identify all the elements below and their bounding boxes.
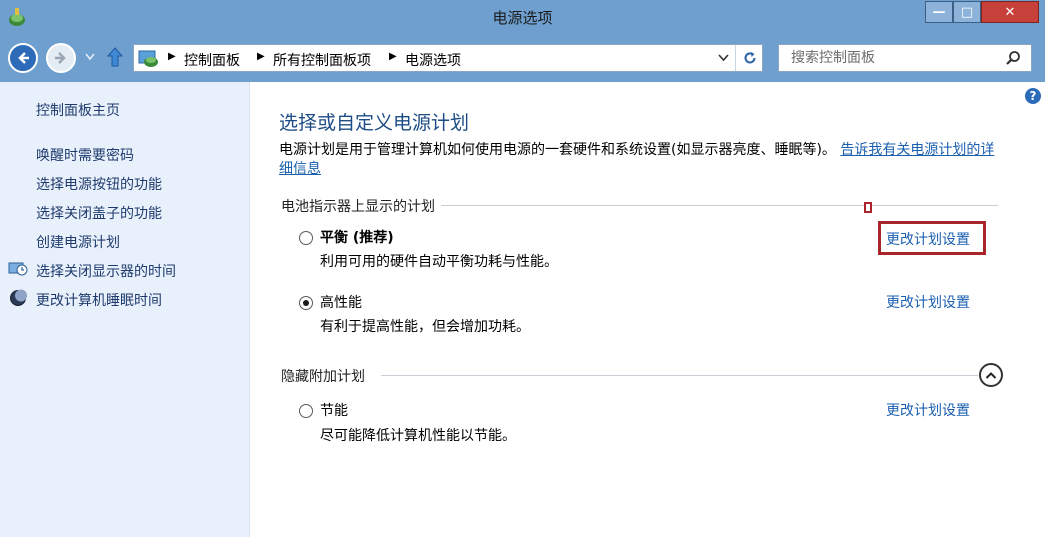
window-title: 电源选项 — [492, 9, 553, 27]
highlight-annotation — [878, 221, 986, 255]
chevron-down-icon — [717, 54, 729, 62]
back-button[interactable] — [8, 43, 38, 73]
change-plan-settings-link-high-performance[interactable]: 更改计划设置 — [886, 292, 970, 312]
up-arrow-icon[interactable] — [106, 46, 124, 68]
battery-plans-heading: 电池指示器上显示的计划 — [281, 196, 441, 216]
left-navigation-pane: 控制面板主页 唤醒时需要密码 选择电源按钮的功能 选择关闭盖子的功能 创建电源计… — [0, 82, 250, 537]
plan-description-high-performance: 有利于提高性能，但会增加功耗。 — [320, 319, 530, 335]
breadcrumb-separator-icon[interactable]: ▶ — [389, 51, 397, 62]
arrow-left-icon — [18, 52, 29, 64]
search-box[interactable] — [778, 44, 1032, 72]
annotation-marker — [864, 202, 872, 213]
refresh-button[interactable] — [735, 45, 763, 71]
breadcrumb-power-options[interactable]: 电源选项 — [405, 50, 461, 70]
plan-radio-power-saver[interactable] — [299, 404, 313, 418]
minimize-button[interactable]: — — [925, 1, 953, 23]
navigation-bar: ▶ 控制面板 ▶ 所有控制面板项 ▶ 电源选项 — [0, 36, 1045, 82]
plan-radio-balanced[interactable] — [299, 231, 313, 245]
breadcrumb-control-panel[interactable]: 控制面板 — [184, 50, 240, 70]
sidebar-item-power-buttons[interactable]: 选择电源按钮的功能 — [36, 174, 162, 194]
breadcrumb-separator-icon[interactable]: ▶ — [257, 51, 265, 62]
title-bar: 电源选项 — □ ✕ — [0, 0, 1045, 36]
search-icon[interactable] — [1005, 50, 1021, 66]
plan-description-power-saver: 尽可能降低计算机性能以节能。 — [320, 428, 516, 444]
plan-description-balanced: 利用可用的硬件自动平衡功耗与性能。 — [320, 254, 558, 270]
section-divider — [440, 205, 998, 206]
monitor-clock-icon — [8, 262, 28, 276]
page-title: 选择或自定义电源计划 — [279, 112, 470, 134]
sidebar-item-sleep-time[interactable]: 更改计算机睡眠时间 — [36, 290, 162, 310]
hidden-plans-heading: 隐藏附加计划 — [281, 366, 371, 386]
plan-name-balanced[interactable]: 平衡 (推荐) — [320, 227, 394, 247]
sidebar-item-close-lid[interactable]: 选择关闭盖子的功能 — [36, 203, 162, 223]
sidebar-item-display-off-time[interactable]: 选择关闭显示器的时间 — [36, 261, 176, 281]
moon-icon — [10, 289, 27, 306]
breadcrumb-separator-icon[interactable]: ▶ — [168, 51, 176, 62]
change-plan-settings-link-power-saver[interactable]: 更改计划设置 — [886, 400, 970, 420]
collapse-hidden-plans-button[interactable] — [979, 363, 1003, 387]
maximize-button[interactable]: □ — [953, 1, 981, 23]
recent-pages-dropdown-icon[interactable] — [85, 53, 95, 61]
help-icon[interactable]: ? — [1025, 88, 1041, 104]
section-divider — [381, 375, 978, 376]
breadcrumb-all-items[interactable]: 所有控制面板项 — [273, 50, 371, 70]
sidebar-item-require-password[interactable]: 唤醒时需要密码 — [36, 145, 134, 165]
address-dropdown-button[interactable] — [711, 45, 735, 71]
description-text: 电源计划是用于管理计算机如何使用电源的一套硬件和系统设置(如显示器亮度、睡眠等)… — [279, 142, 836, 158]
forward-button[interactable] — [46, 43, 76, 73]
refresh-icon — [744, 52, 755, 64]
radio-selected-dot — [303, 300, 309, 306]
plan-radio-high-performance[interactable] — [299, 296, 313, 310]
arrow-right-icon — [55, 52, 66, 64]
plan-name-high-performance[interactable]: 高性能 — [320, 292, 362, 312]
address-bar[interactable]: ▶ 控制面板 ▶ 所有控制面板项 ▶ 电源选项 — [133, 44, 763, 72]
page-description: 电源计划是用于管理计算机如何使用电源的一套硬件和系统设置(如显示器亮度、睡眠等)… — [279, 141, 1004, 179]
chevron-up-icon — [985, 371, 997, 379]
close-button[interactable]: ✕ — [981, 1, 1039, 23]
sidebar-item-create-plan[interactable]: 创建电源计划 — [36, 232, 120, 252]
sidebar-item-control-panel-home[interactable]: 控制面板主页 — [36, 100, 120, 120]
search-input[interactable] — [779, 45, 999, 71]
plan-name-power-saver[interactable]: 节能 — [320, 400, 348, 420]
control-panel-icon — [138, 50, 158, 67]
